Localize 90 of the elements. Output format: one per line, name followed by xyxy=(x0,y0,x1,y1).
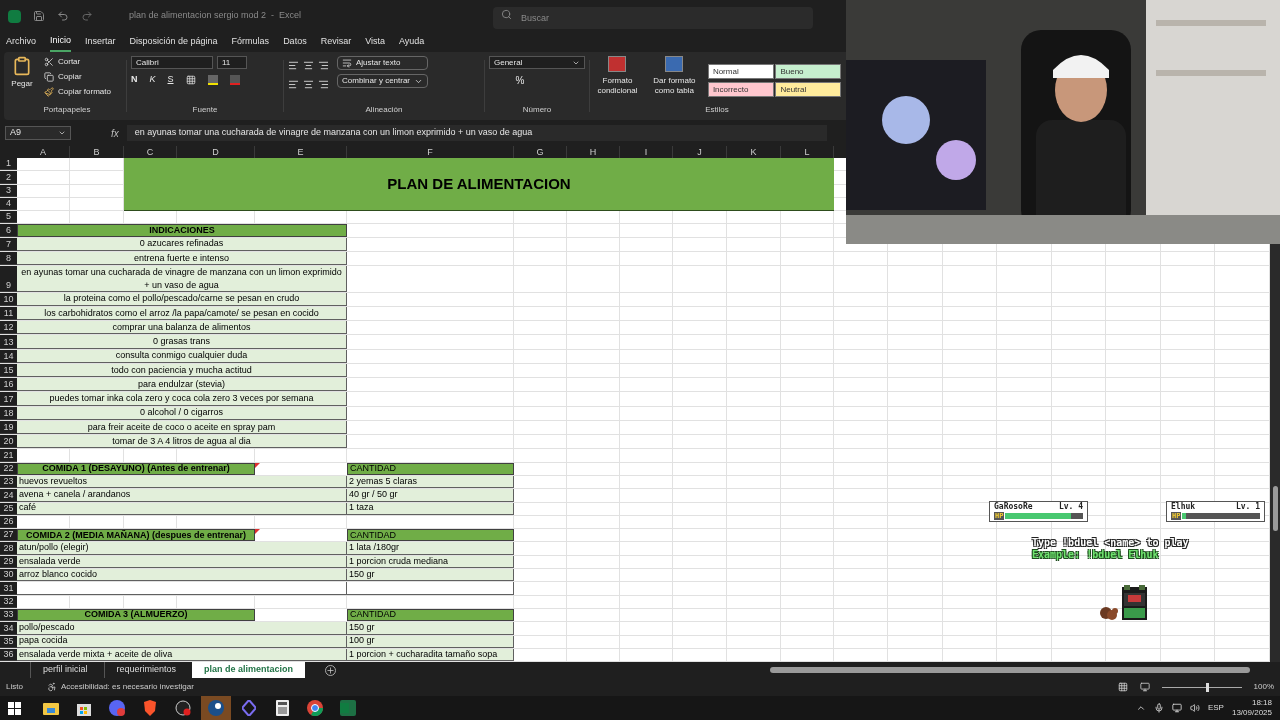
group-label: Número xyxy=(521,104,553,116)
section-header: COMIDA 2 (MEDIA MAÑANA) (despues de entrenar) xyxy=(17,529,255,542)
cell-style[interactable]: Incorrecto xyxy=(707,82,774,97)
game-example: Example: !bduel Elhuk xyxy=(1032,549,1160,560)
column-header-cell: CANTIDAD xyxy=(347,529,514,542)
bold-button[interactable]: N xyxy=(131,73,138,87)
row-number: 21 xyxy=(0,449,17,462)
window-title: plan de alimentacion sergio mod 2 - Excel xyxy=(129,9,302,23)
underline-button[interactable]: S xyxy=(167,73,174,87)
row-number: 24 xyxy=(0,489,17,502)
table-cell: entrena fuerte e intenso xyxy=(17,252,347,266)
row-number: 30 xyxy=(0,569,17,582)
search-field[interactable]: Buscar xyxy=(493,6,814,29)
cut-button[interactable]: Cortar xyxy=(44,56,111,68)
paste-button[interactable]: Pegar xyxy=(8,56,36,104)
row-number: 31 xyxy=(0,582,17,595)
ribbon-tab[interactable]: Insertar xyxy=(85,32,116,52)
table-cell: 150 gr xyxy=(347,622,514,635)
table-cell: puedes tomar inka cola zero y coca cola zero 3 veces por semana xyxy=(17,392,347,406)
percent-button[interactable]: % xyxy=(513,73,527,88)
player-level: Lv. 4 xyxy=(1058,503,1083,511)
row-number: 2 xyxy=(0,171,17,184)
sheet-tab[interactable]: plan de alimentacion xyxy=(192,662,306,678)
table-cell: para endulzar (stevia) xyxy=(17,378,347,392)
table-cell: comprar una balanza de alimentos xyxy=(17,321,347,335)
sheet-tab[interactable]: requerimientos xyxy=(103,662,189,678)
row-number: 13 xyxy=(0,335,17,349)
ribbon-tab[interactable]: Datos xyxy=(283,32,307,52)
row-number: 5 xyxy=(0,211,17,224)
font-name-field[interactable]: Calibri xyxy=(131,56,213,69)
accessibility-status[interactable]: Accesibilidad: es necesario investigar xyxy=(46,681,194,693)
ribbon-tab[interactable]: Fórmulas xyxy=(231,32,270,52)
ribbon-tab[interactable]: Ayuda xyxy=(399,32,425,52)
table-cell: 40 gr / 50 gr xyxy=(347,489,514,502)
function-label[interactable]: fx xyxy=(111,125,119,141)
player-level: Lv. 1 xyxy=(1235,503,1260,511)
sheet-title: PLAN DE ALIMENTACION xyxy=(124,158,834,212)
group-label: Estilos xyxy=(704,104,730,116)
italic-button[interactable]: K xyxy=(149,73,156,87)
row-number: 20 xyxy=(0,435,17,449)
group-label: Fuente xyxy=(191,104,219,116)
status-text: Listo xyxy=(6,681,23,693)
ribbon-tab[interactable]: Archivo xyxy=(6,32,36,52)
table-cell: avena + canela / arandanos xyxy=(17,489,347,502)
ribbon-tab[interactable]: Disposición de página xyxy=(129,32,218,52)
row-number: 16 xyxy=(0,378,17,392)
row-number: 34 xyxy=(0,622,17,635)
table-cell: tomar de 3 A 4 litros de agua al dia xyxy=(17,435,347,449)
ribbon-tab[interactable]: Vista xyxy=(365,32,385,52)
table-cell: 1 lata /180gr xyxy=(347,542,514,555)
format-painter-button[interactable]: Copiar formato xyxy=(44,86,111,98)
game-prompt: Type !bduel <name> to play xyxy=(1032,537,1189,549)
format-as-table-button[interactable]: Dar formato como tabla xyxy=(649,56,700,104)
cell-style[interactable]: Normal xyxy=(707,64,774,79)
formula-field[interactable]: en ayunas tomar una cucharada de vinagre de manzana con un limon exprimido + un vaso de agua xyxy=(126,125,827,141)
merge-center-button[interactable]: Combinar y centrar xyxy=(337,74,429,88)
row-number: 1 xyxy=(0,158,17,171)
ribbon-tab[interactable]: Revisar xyxy=(320,32,352,52)
number-format-field[interactable]: General xyxy=(489,56,585,69)
zoom-level[interactable]: 100% xyxy=(1253,681,1274,693)
cell-style[interactable]: Neutral xyxy=(775,82,842,97)
row-number: 6 xyxy=(0,224,17,237)
row-number: 11 xyxy=(0,307,17,321)
row-number: 9 xyxy=(0,266,17,292)
font-size-field[interactable]: 11 xyxy=(217,56,247,69)
table-cell: los carbohidratos como el arroz /la papa/camote/ se pesan en cocido xyxy=(17,307,347,321)
table-cell: pollo/pescado xyxy=(17,622,347,635)
wrap-text-button[interactable]: Ajustar texto xyxy=(337,56,429,70)
row-number: 17 xyxy=(0,392,17,406)
row-number: 12 xyxy=(0,321,17,335)
group-label: Alineación xyxy=(364,104,404,116)
section-header: INDICACIONES xyxy=(17,224,347,237)
row-number: 28 xyxy=(0,542,17,555)
table-cell: arroz blanco cocido xyxy=(17,569,347,582)
cell-style[interactable]: Bueno xyxy=(775,64,842,79)
row-number: 8 xyxy=(0,252,17,266)
table-cell: 150 gr xyxy=(347,569,514,582)
clock-date[interactable]: 13/09/2025 xyxy=(1231,708,1272,718)
copy-button[interactable]: Copiar xyxy=(44,71,111,83)
table-cell: 0 grasas trans xyxy=(17,335,347,349)
conditional-format-button[interactable]: Formato condicional xyxy=(594,56,641,104)
group-label: Portapapeles xyxy=(42,104,92,116)
name-box[interactable]: A9 xyxy=(5,126,71,140)
clock-time[interactable]: 18:18 xyxy=(1251,698,1272,708)
player-name: Elhuk xyxy=(1171,503,1196,511)
player-name: GaRosoRe xyxy=(994,503,1033,511)
sheet-tab[interactable]: perfil inicial xyxy=(30,662,100,678)
language-indicator[interactable]: ESP xyxy=(1207,702,1224,714)
row-number: 27 xyxy=(0,529,17,542)
table-cell: atun/pollo (elegir) xyxy=(17,542,347,555)
